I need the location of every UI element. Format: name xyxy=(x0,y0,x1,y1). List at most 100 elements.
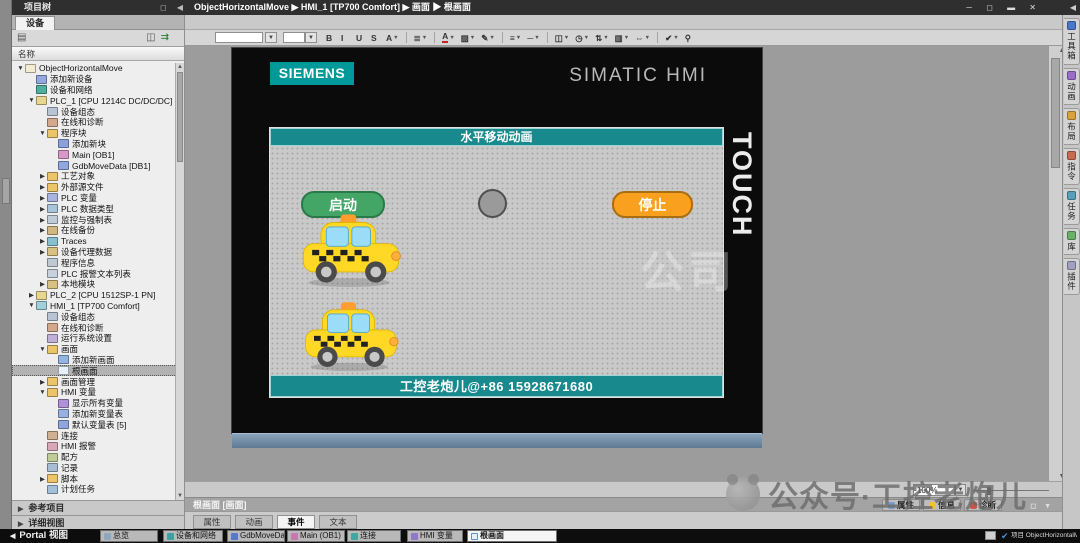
font-size-dropdown-icon[interactable]: ▼ xyxy=(305,32,317,43)
font-color-button[interactable]: A▼ xyxy=(440,32,457,44)
dropdown-icon[interactable]: ▼ xyxy=(534,32,539,44)
resize-button[interactable]: ⇔▼ xyxy=(633,32,652,44)
tree-item[interactable]: ▶PLC 数据类型 xyxy=(12,203,177,214)
dropdown-icon[interactable]: ▼ xyxy=(603,32,608,44)
chevron-right-icon[interactable]: ▶ xyxy=(27,291,36,299)
tree-item[interactable]: ▼画面 xyxy=(12,344,177,355)
tree-item[interactable]: ▼PLC_1 [CPU 1214C DC/DC/DC] xyxy=(12,95,177,106)
chevron-right-icon[interactable]: ▶ xyxy=(38,194,47,202)
collapse-right-icon[interactable]: ◀ xyxy=(1070,0,1076,15)
tree-item[interactable]: 添加新设备 xyxy=(12,74,177,85)
dropdown-icon[interactable]: ▼ xyxy=(673,32,678,44)
arrange-button[interactable]: ◫▼ xyxy=(553,32,571,44)
dropdown-icon[interactable]: ▼ xyxy=(470,32,475,44)
task-card-tasks[interactable]: 任务 xyxy=(1064,188,1080,225)
tree-item[interactable]: 显示所有变量 xyxy=(12,398,177,409)
left-edge-handle[interactable] xyxy=(2,178,10,204)
tree-item[interactable]: 程序信息 xyxy=(12,257,177,268)
screen-title-bar[interactable]: 水平移动动画 xyxy=(270,128,723,146)
dropdown-icon[interactable]: ▼ xyxy=(489,32,494,44)
zoom-dropdown-icon[interactable]: ▼ xyxy=(955,484,966,496)
chevron-right-icon[interactable]: ▶ xyxy=(38,216,47,224)
screen-footer-bar[interactable]: 工控老炮儿@+86 15928671680 xyxy=(270,375,723,397)
scroll-down-icon[interactable]: ▼ xyxy=(176,493,184,499)
taxi-image-2[interactable] xyxy=(298,298,404,372)
border-color-button[interactable]: ✎▼ xyxy=(479,32,497,44)
dropdown-icon[interactable]: ▼ xyxy=(516,32,521,44)
tree-sync-icon[interactable]: ⇉ xyxy=(161,32,174,43)
tree-item[interactable]: 设备组态 xyxy=(12,106,177,117)
chevron-right-icon[interactable]: ▶ xyxy=(38,475,47,483)
subtab-animations[interactable]: 动画 xyxy=(235,515,273,529)
tree-item[interactable]: 设备和网络 xyxy=(12,85,177,96)
taxi-image-1[interactable] xyxy=(298,210,404,288)
screen-canvas[interactable]: SIEMENS SIMATIC HMI TOUCH 水平移动动画 启动 停止 xyxy=(185,46,1048,481)
zoom-slider-thumb[interactable] xyxy=(987,487,991,495)
tab-devices[interactable]: 设备 xyxy=(15,16,55,30)
dropdown-icon[interactable]: ▼ xyxy=(645,32,650,44)
zoom-slider[interactable] xyxy=(973,490,1049,491)
tree-item[interactable]: 计划任务 xyxy=(12,484,177,495)
chevron-down-icon[interactable]: ▼ xyxy=(16,65,25,72)
tree-item[interactable]: 记录 xyxy=(12,462,177,473)
chevron-down-icon[interactable]: ▼ xyxy=(27,302,36,309)
italic-button[interactable]: I xyxy=(339,32,352,44)
task-card-addins[interactable]: 插件 xyxy=(1064,258,1080,295)
chevron-right-icon[interactable]: ▶ xyxy=(38,183,47,191)
font-name-input[interactable] xyxy=(215,32,263,43)
tree-item[interactable]: 在线和诊断 xyxy=(12,322,177,333)
task-card-libraries[interactable]: 库 xyxy=(1064,228,1080,256)
distribute-button[interactable]: ▥▼ xyxy=(613,32,631,44)
background-color-button[interactable]: ▨▼ xyxy=(459,32,477,44)
scroll-thumb[interactable] xyxy=(177,72,183,162)
tree-item[interactable]: Main [OB1] xyxy=(12,149,177,160)
tree-item[interactable]: ▶画面管理 xyxy=(12,376,177,387)
strikethrough-button[interactable]: S xyxy=(369,32,382,44)
chevron-down-icon[interactable]: ▼ xyxy=(27,97,36,104)
rotate-button[interactable]: ◷▼ xyxy=(573,32,591,44)
tree-item[interactable]: ▶设备代理数据 xyxy=(12,247,177,258)
tree-item[interactable]: 添加新画面 xyxy=(12,355,177,366)
tree-item[interactable]: ▼HMI 变量 xyxy=(12,387,177,398)
tree-item[interactable]: ▶监控与强制表 xyxy=(12,214,177,225)
subtab-events[interactable]: 事件 xyxy=(277,515,315,529)
subtab-texts[interactable]: 文本 xyxy=(319,515,357,529)
scroll-thumb[interactable] xyxy=(1051,58,1060,168)
taskbar-button-overview[interactable]: 总览 xyxy=(100,530,158,542)
chevron-right-icon[interactable]: ▶ xyxy=(38,226,47,234)
tree-item[interactable]: 在线和诊断 xyxy=(12,117,177,128)
tree-item[interactable]: ▶PLC_2 [CPU 1512SP-1 PN] xyxy=(12,290,177,301)
chevron-right-icon[interactable]: ▶ xyxy=(38,172,47,180)
line-style-button[interactable]: ≡▼ xyxy=(508,32,523,44)
tree-item[interactable]: HMI 报警 xyxy=(12,441,177,452)
tree-item[interactable]: 设备组态 xyxy=(12,311,177,322)
tree-view-icon[interactable]: ▤ xyxy=(17,32,26,43)
dropdown-icon[interactable]: ▼ xyxy=(422,32,427,44)
dropdown-icon[interactable]: ▼ xyxy=(624,32,629,44)
font-name-dropdown-icon[interactable]: ▼ xyxy=(265,32,277,43)
stop-button[interactable]: 停止 xyxy=(612,191,693,218)
task-card-toolbox[interactable]: 工具箱 xyxy=(1064,18,1080,65)
indicator-circle[interactable] xyxy=(478,189,507,218)
tree-item[interactable]: ▶外部源文件 xyxy=(12,182,177,193)
dropdown-icon[interactable]: ▼ xyxy=(564,32,569,44)
dropdown-icon[interactable]: ▼ xyxy=(449,32,454,44)
underline-button[interactable]: U xyxy=(354,32,367,44)
tree-item[interactable]: ▶本地模块 xyxy=(12,279,177,290)
zoom-tool-button[interactable]: ⚲ xyxy=(683,32,696,44)
tree-item[interactable]: ▶PLC 变量 xyxy=(12,193,177,204)
tree-item[interactable]: ▶在线备份 xyxy=(12,225,177,236)
screen-body[interactable]: 启动 停止 xyxy=(270,146,723,375)
tree-item[interactable]: ▶工艺对象 xyxy=(12,171,177,182)
zoom-level-value[interactable]: 100% xyxy=(913,484,955,496)
window-controls[interactable]: ─ ◻ ▬ ✕ xyxy=(966,0,1042,15)
tree-item[interactable]: ▼HMI_1 [TP700 Comfort] xyxy=(12,301,177,312)
reference-projects-panel[interactable]: ▶参考项目 xyxy=(12,500,184,515)
tree-item[interactable]: 添加新块 xyxy=(12,139,177,150)
font-size-input[interactable] xyxy=(283,32,305,43)
chevron-down-icon[interactable]: ▼ xyxy=(38,130,47,137)
bold-button[interactable]: B xyxy=(324,32,337,44)
details-view-panel[interactable]: ▶详细视图 xyxy=(12,515,184,530)
taskbar-button-tags[interactable]: HMI 变量 xyxy=(407,530,463,542)
chevron-down-icon[interactable]: ▼ xyxy=(38,346,47,353)
